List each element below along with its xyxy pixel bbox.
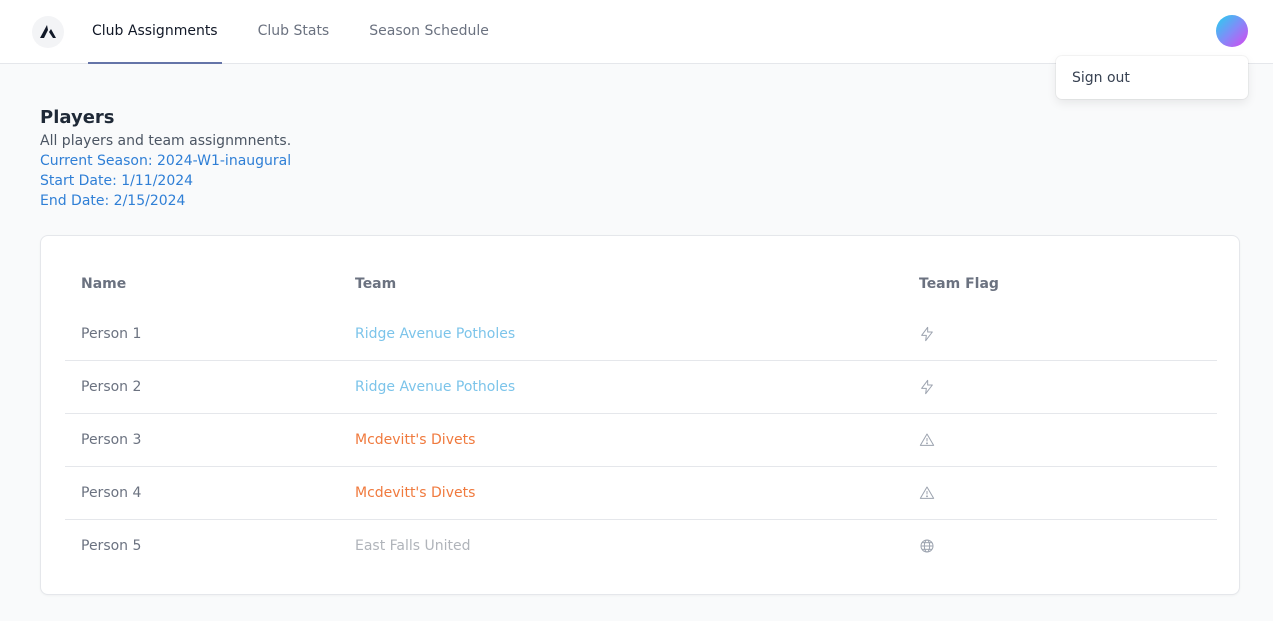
player-name: Person 3 [81, 432, 142, 448]
team-link[interactable]: Mcdevitt's Divets [355, 414, 475, 466]
player-name: Person 4 [81, 485, 142, 501]
column-header-name: Name [81, 276, 127, 292]
user-avatar-button[interactable] [1216, 15, 1248, 47]
bolt-icon [919, 308, 935, 360]
page-title: Players [40, 107, 115, 128]
start-date: Start Date: 1/11/2024 [40, 173, 194, 189]
top-navigation-bar: Club Assignments Club Stats Season Sched… [0, 0, 1273, 64]
table-row: Person 5 East Falls United [65, 520, 1217, 573]
table-row: Person 2 Ridge Avenue Potholes [65, 361, 1217, 414]
main-nav: Club Assignments Club Stats Season Sched… [88, 0, 525, 64]
player-name: Person 5 [81, 538, 142, 554]
globe-icon [919, 520, 935, 572]
table-row: Person 1 Ridge Avenue Potholes [65, 308, 1217, 361]
team-link[interactable]: Ridge Avenue Potholes [355, 361, 515, 413]
current-season: Current Season: 2024-W1-inaugural [40, 153, 292, 169]
column-header-team: Team [355, 276, 397, 292]
logo-icon [40, 25, 56, 38]
bolt-icon [919, 361, 935, 413]
end-date: End Date: 2/15/2024 [40, 193, 186, 209]
team-link[interactable]: Mcdevitt's Divets [355, 467, 475, 519]
player-name: Person 1 [81, 326, 142, 342]
column-header-team-flag: Team Flag [919, 276, 999, 292]
user-dropdown-menu: Sign out [1056, 56, 1248, 99]
tab-club-assignments[interactable]: Club Assignments [88, 0, 222, 64]
tab-club-stats[interactable]: Club Stats [254, 0, 334, 64]
table-row: Person 4 Mcdevitt's Divets [65, 467, 1217, 520]
warning-triangle-icon [919, 467, 935, 519]
page-header: Players All players and team assignmnent… [40, 106, 291, 211]
app-logo[interactable] [32, 16, 64, 48]
player-name: Person 2 [81, 379, 142, 395]
warning-triangle-icon [919, 414, 935, 466]
team-link[interactable]: East Falls United [355, 520, 471, 572]
players-table-card: Name Team Team Flag Person 1 Ridge Avenu… [40, 235, 1240, 595]
tab-season-schedule[interactable]: Season Schedule [365, 0, 493, 64]
sign-out-menu-item[interactable]: Sign out [1056, 56, 1248, 99]
team-link[interactable]: Ridge Avenue Potholes [355, 308, 515, 360]
page-subtitle: All players and team assignmnents. [40, 133, 292, 149]
table-row: Person 3 Mcdevitt's Divets [65, 414, 1217, 467]
